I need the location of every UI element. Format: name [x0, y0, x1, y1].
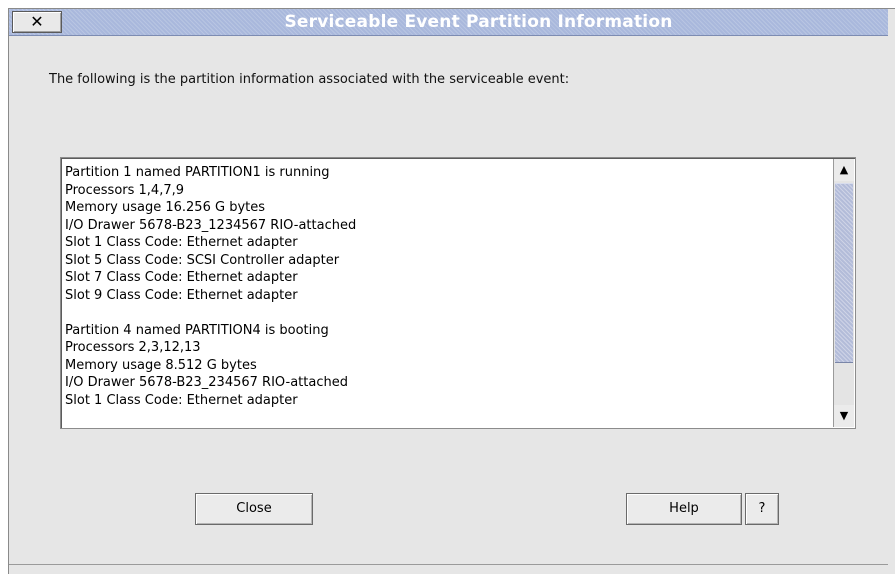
intro-text: The following is the partition informati…	[49, 72, 570, 87]
scroll-up-icon[interactable]: ▲	[834, 159, 854, 181]
scroll-down-icon[interactable]: ▼	[834, 405, 854, 427]
context-help-button[interactable]: ?	[745, 493, 779, 525]
info-line: I/O Drawer 5678-B23_1234567 RIO-attached	[65, 217, 357, 233]
close-button[interactable]: Close	[195, 493, 313, 525]
info-line: Partition 4 named PARTITION4 is booting	[65, 322, 329, 338]
info-line: Slot 5 Class Code: SCSI Controller adapt…	[65, 252, 340, 268]
info-line: Processors 2,3,12,13	[65, 340, 201, 355]
partition-info-lines: Partition 1 named PARTITION1 is running …	[65, 164, 825, 409]
divider	[9, 564, 888, 565]
info-line: Slot 7 Class Code: Ethernet adapter	[65, 270, 298, 285]
info-line: Partition 1 named PARTITION1 is running	[65, 165, 330, 180]
help-button[interactable]: Help	[626, 493, 742, 525]
scrollbar-thumb[interactable]	[835, 183, 853, 363]
info-line	[65, 304, 825, 322]
info-line: Memory usage 16.256 G bytes	[65, 200, 266, 215]
info-line: Slot 1 Class Code: Ethernet adapter	[65, 392, 298, 408]
info-line: Processors 1,4,7,9	[65, 182, 184, 198]
dialog-window: ✕ Serviceable Event Partition Informatio…	[8, 8, 895, 574]
info-line: Slot 9 Class Code: Ethernet adapter	[65, 287, 298, 303]
title-bar[interactable]: ✕ Serviceable Event Partition Informatio…	[9, 9, 888, 36]
window-title: Serviceable Event Partition Information	[284, 12, 673, 32]
partition-info-textarea[interactable]: Partition 1 named PARTITION1 is running …	[60, 157, 856, 429]
vertical-scrollbar[interactable]: ▲ ▼	[833, 159, 854, 427]
info-line: Slot 1 Class Code: Ethernet adapter	[65, 235, 298, 250]
info-line: I/O Drawer 5678-B23_234567 RIO-attached	[65, 375, 348, 390]
info-line: Memory usage 8.512 G bytes	[65, 357, 257, 373]
